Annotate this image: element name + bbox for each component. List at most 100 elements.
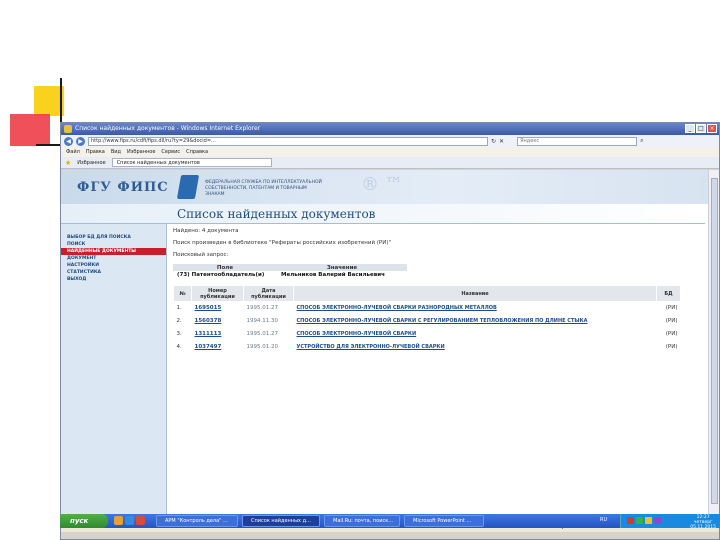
site-header: ФГУ ФИПС ФЕДЕРАЛЬНАЯ СЛУЖБА ПО ИНТЕЛЛЕКТ… xyxy=(61,170,709,204)
menu-bar: Файл Правка Вид Избранное Сервис Справка xyxy=(61,147,719,157)
menu-item-view[interactable]: Вид xyxy=(111,147,121,157)
tray-icon[interactable] xyxy=(636,517,643,524)
language-indicator[interactable]: RU xyxy=(600,517,607,523)
header-watermark: ® ™ xyxy=(361,174,403,195)
star-icon[interactable]: ★ xyxy=(65,159,71,167)
title-link[interactable]: СПОСОБ ЭЛЕКТРОННО-ЛУЧЕВОЙ СВАРКИ xyxy=(297,331,417,337)
quick-launch-icon[interactable] xyxy=(114,516,123,525)
ie-icon xyxy=(64,125,72,133)
row-db: (РИ) xyxy=(665,331,678,337)
stop-icon[interactable]: ✕ xyxy=(499,138,504,145)
clock-date: 05.11.2015 xyxy=(690,525,716,530)
window-title: Список найденных документов - Windows In… xyxy=(75,125,261,132)
tray-icon[interactable] xyxy=(654,517,661,524)
results-header-publication: Номер публикации xyxy=(191,285,244,302)
query-header-field: Поле xyxy=(173,264,277,271)
publication-date: 1995.01.20 xyxy=(246,344,279,350)
search-icon[interactable]: ⌕ xyxy=(640,137,643,145)
address-input[interactable] xyxy=(88,136,488,146)
publication-link[interactable]: 1037497 xyxy=(195,344,222,350)
web-page: ФГУ ФИПС ФЕДЕРАЛЬНАЯ СЛУЖБА ПО ИНТЕЛЛЕКТ… xyxy=(61,170,709,520)
title-link[interactable]: СПОСОБ ЭЛЕКТРОННО-ЛУЧЕВОЙ СВАРКИ С РЕГУЛ… xyxy=(297,318,588,324)
sidebar-item-search[interactable]: ПОИСК xyxy=(61,241,166,248)
search-library: Поиск произведен в библиотеке "Рефераты … xyxy=(173,240,392,246)
minimize-button[interactable]: _ xyxy=(685,124,695,133)
row-index: 4. xyxy=(176,344,182,350)
results-header-db: БД xyxy=(656,285,681,302)
decor-red-square xyxy=(10,114,50,146)
sidebar-item-settings[interactable]: НАСТРОЙКИ xyxy=(61,262,166,269)
query-label: Поисковый запрос: xyxy=(173,252,229,258)
taskbar-item-arm[interactable]: АРМ "Контроль дела" ... xyxy=(156,515,238,527)
publication-date: 1994.11.30 xyxy=(246,318,279,324)
found-count: Найдено: 4 документа xyxy=(173,228,239,234)
publication-link[interactable]: 1311113 xyxy=(195,331,222,337)
tab-documents[interactable]: Список найденных документов xyxy=(111,158,272,167)
sidebar-item-document[interactable]: ДОКУМЕНТ xyxy=(61,255,166,262)
row-index: 3. xyxy=(176,331,182,337)
quick-launch xyxy=(114,516,145,525)
scrollbar-thumb[interactable] xyxy=(711,178,718,504)
vertical-scrollbar[interactable] xyxy=(708,170,719,520)
publication-link[interactable]: 1695015 xyxy=(195,305,222,311)
search-input[interactable] xyxy=(517,136,638,146)
row-index: 1. xyxy=(176,305,182,312)
quick-launch-icon[interactable] xyxy=(125,516,134,525)
publication-date: 1995.01.27 xyxy=(246,331,279,337)
publication-link[interactable]: 1560378 xyxy=(195,318,222,324)
title-link[interactable]: УСТРОЙСТВО ДЛЯ ЭЛЕКТРОННО-ЛУЧЕВОЙ СВАРКИ xyxy=(297,344,445,350)
sidebar: ВЫБОР БД ДЛЯ ПОИСКА ПОИСК НАЙДЕННЫЕ ДОКУ… xyxy=(61,204,167,520)
clock[interactable]: 12:27 четверг 05.11.2015 xyxy=(690,515,716,530)
sidebar-item-found-documents[interactable]: НАЙДЕННЫЕ ДОКУМЕНТЫ xyxy=(61,248,166,255)
taskbar: пуск АРМ "Контроль дела" ... Список найд… xyxy=(60,514,720,530)
tray-icon[interactable] xyxy=(627,517,634,524)
site-logo[interactable]: ФГУ ФИПС xyxy=(77,180,169,195)
maximize-button[interactable]: □ xyxy=(696,124,706,133)
taskbar-item-mail[interactable]: Mail.Ru: почта, поиск... xyxy=(324,515,400,527)
row-db: (РИ) xyxy=(665,318,678,324)
row-db: (РИ) xyxy=(665,344,678,350)
forward-arrow-icon[interactable]: ▶ xyxy=(76,136,85,146)
table-row: 2. 1560378 1994.11.30 СПОСОБ ЭЛЕКТРОННО-… xyxy=(174,315,681,328)
row-index: 2. xyxy=(176,318,182,324)
query-value: Мельников Валерий Васильевич xyxy=(281,272,385,278)
row-db: (РИ) xyxy=(665,305,678,312)
menu-item-file[interactable]: Файл xyxy=(66,147,80,157)
results-header-title: Название xyxy=(293,285,657,302)
quick-launch-icon[interactable] xyxy=(136,516,145,525)
results-header-date: Дата публикации xyxy=(243,285,294,302)
start-button[interactable]: пуск xyxy=(60,514,108,528)
refresh-icon[interactable]: ↻ xyxy=(491,138,496,145)
sidebar-item-statistics[interactable]: СТАТИСТИКА xyxy=(61,269,166,276)
title-bar: Список найденных документов - Windows In… xyxy=(61,123,719,135)
menu-item-edit[interactable]: Правка xyxy=(86,147,105,157)
agency-name: ФЕДЕРАЛЬНАЯ СЛУЖБА ПО ИНТЕЛЛЕКТУАЛЬНОЙ С… xyxy=(205,180,322,197)
results-table: № Номер публикации Дата публикации Назва… xyxy=(173,285,681,354)
address-bar: ◀ ▶ ↻ ✕ ⌕ xyxy=(61,135,719,147)
back-arrow-icon[interactable]: ◀ xyxy=(64,136,73,146)
browser-window: Список найденных документов - Windows In… xyxy=(60,122,720,540)
sidebar-item-db-select[interactable]: ВЫБОР БД ДЛЯ ПОИСКА xyxy=(61,234,166,241)
emblem-icon xyxy=(176,175,200,199)
menu-item-help[interactable]: Справка xyxy=(186,147,208,157)
query-field: (73) Патентообладатель(и) xyxy=(177,272,265,278)
close-button[interactable]: × xyxy=(707,124,717,133)
favorites-button[interactable]: Избранное xyxy=(77,160,105,166)
favorites-bar: ★ Избранное Список найденных документов xyxy=(61,157,719,169)
table-row: 3. 1311113 1995.01.27 СПОСОБ ЭЛЕКТРОННО-… xyxy=(174,328,681,341)
title-link[interactable]: СПОСОБ ЭЛЕКТРОННО-ЛУЧЕВОЙ СВАРКИ РАЗНОРО… xyxy=(297,305,497,311)
menu-item-favorites[interactable]: Избранное xyxy=(127,147,155,157)
menu-item-tools[interactable]: Сервис xyxy=(161,147,180,157)
query-table: Поле Значение (73) Патентообладатель(и) … xyxy=(173,264,407,279)
main-content: Список найденных документов Найдено: 4 д… xyxy=(61,204,705,354)
taskbar-item-powerpoint[interactable]: Microsoft PowerPoint ... xyxy=(404,515,484,527)
system-tray: 12:27 четверг 05.11.2015 xyxy=(620,514,720,530)
query-header-value: Значение xyxy=(277,264,407,271)
sidebar-item-exit[interactable]: ВЫХОД xyxy=(61,276,166,283)
table-row: 4. 1037497 1995.01.20 УСТРОЙСТВО ДЛЯ ЭЛЕ… xyxy=(174,341,681,354)
window-controls: _ □ × xyxy=(685,124,717,133)
results-header-number: № xyxy=(173,285,192,302)
tray-icon[interactable] xyxy=(645,517,652,524)
taskbar-item-browser[interactable]: Список найденных д... xyxy=(242,515,320,527)
tray-icons xyxy=(627,517,661,524)
